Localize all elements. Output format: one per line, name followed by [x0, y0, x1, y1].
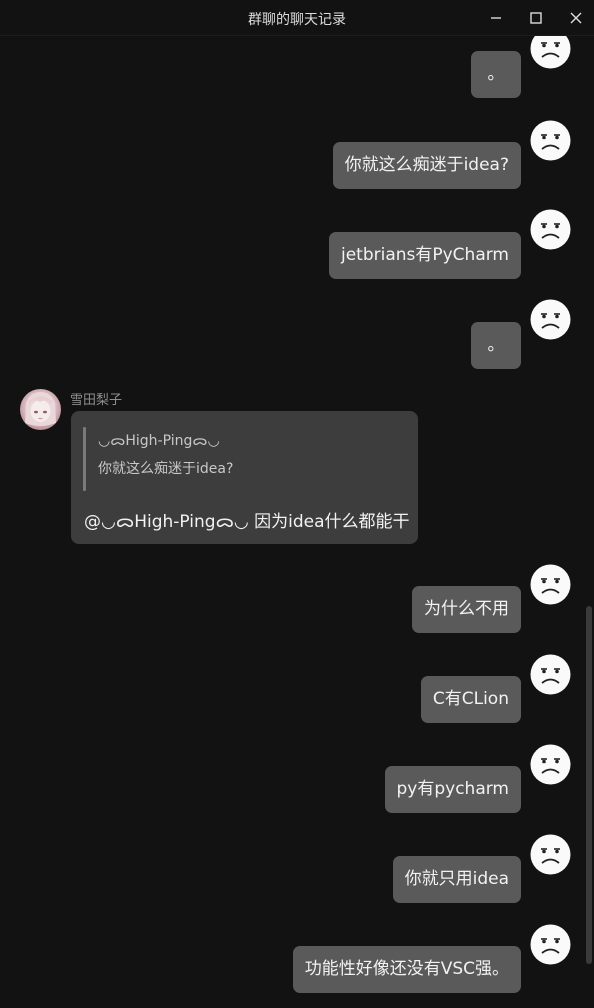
message-bubble[interactable]: 你就这么痴迷于idea? — [332, 142, 521, 189]
self-avatar[interactable] — [530, 299, 571, 340]
title-bar: 群聊的聊天记录 — [0, 0, 594, 36]
chat-history[interactable]: 。 你就这么痴迷于idea? jetbrians有PyCharm 。 雪田梨子 — [0, 36, 594, 1008]
frowning-face-icon — [530, 744, 571, 785]
minimize-icon — [491, 17, 501, 19]
message-text: py有pycharm — [384, 766, 521, 813]
message-text: @◡ᯅHigh-Pingᯅ◡ 因为idea什么都能干 — [84, 512, 410, 532]
quoted-text: 你就这么痴迷于idea? — [98, 461, 234, 477]
maximize-button[interactable] — [526, 8, 546, 28]
self-avatar[interactable] — [530, 36, 571, 69]
anime-girl-avatar — [25, 392, 56, 426]
frowning-face-icon — [530, 120, 571, 161]
frowning-face-icon — [530, 654, 571, 695]
message-bubble[interactable]: 为什么不用 — [412, 586, 521, 633]
minimize-button[interactable] — [486, 8, 506, 28]
self-avatar[interactable] — [530, 209, 571, 250]
self-avatar[interactable] — [530, 564, 571, 605]
message-text: 。 — [471, 322, 521, 369]
message-text: C有CLion — [420, 676, 521, 723]
message-bubble[interactable]: py有pycharm — [384, 766, 521, 813]
self-avatar[interactable] — [530, 744, 571, 785]
scrollbar[interactable] — [586, 606, 592, 964]
message-text: 。 — [471, 51, 521, 98]
close-button[interactable] — [566, 8, 586, 28]
message-bubble[interactable]: 。 — [471, 51, 521, 98]
message-text: 你就这么痴迷于idea? — [332, 142, 521, 189]
maximize-icon — [530, 12, 542, 24]
message-bubble[interactable]: 你就只用idea — [392, 856, 521, 903]
frowning-face-icon — [530, 834, 571, 875]
message-text: 你就只用idea — [392, 856, 521, 903]
avatar[interactable] — [20, 389, 61, 430]
close-icon — [570, 12, 582, 24]
frowning-face-icon — [530, 299, 571, 340]
frowning-face-icon — [530, 209, 571, 250]
frowning-face-icon — [530, 36, 571, 69]
frowning-face-icon — [530, 924, 571, 965]
self-avatar[interactable] — [530, 924, 571, 965]
self-avatar[interactable] — [530, 120, 571, 161]
sender-name: 雪田梨子 — [70, 393, 123, 408]
message-text: jetbrians有PyCharm — [328, 232, 521, 279]
message-text: 功能性好像还没有VSC强。 — [292, 946, 521, 993]
message-bubble[interactable]: 功能性好像还没有VSC强。 — [292, 946, 521, 993]
message-bubble[interactable]: jetbrians有PyCharm — [328, 232, 521, 279]
message-text: 为什么不用 — [412, 586, 521, 633]
quoted-sender: ◡ᯅHigh-Pingᯅ◡ — [98, 433, 220, 449]
reply-message-bubble[interactable]: ◡ᯅHigh-Pingᯅ◡ 你就这么痴迷于idea? @◡ᯅHigh-Pingᯅ… — [71, 411, 418, 544]
self-avatar[interactable] — [530, 654, 571, 695]
self-avatar[interactable] — [530, 834, 571, 875]
quote-bar — [83, 427, 86, 491]
message-bubble[interactable]: C有CLion — [420, 676, 521, 723]
frowning-face-icon — [530, 564, 571, 605]
message-bubble[interactable]: 。 — [471, 322, 521, 369]
